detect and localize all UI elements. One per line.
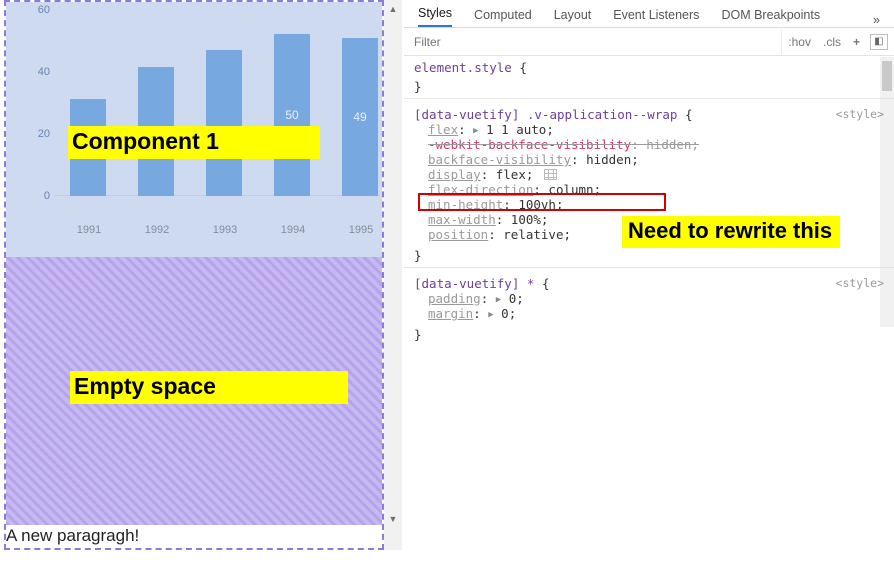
bars-group: 50 49: [54, 2, 380, 196]
rule-element-style[interactable]: element.style {: [404, 56, 894, 75]
x-tick-1993: 1993: [200, 224, 250, 236]
scroll-down-icon[interactable]: ▼: [384, 510, 402, 528]
embedded-preview: 0 20 40 60 50 49 1991 1992 1993 1994 199…: [4, 0, 384, 550]
new-style-rule-button[interactable]: +: [847, 35, 866, 49]
x-tick-1995: 1995: [336, 224, 386, 236]
bar-label-1994: 50: [285, 108, 298, 122]
style-origin-link-2[interactable]: <style>: [836, 276, 884, 290]
annotation-rewrite-note: Need to rewrite this: [622, 216, 840, 248]
x-tick-1992: 1992: [132, 224, 182, 236]
x-tick-1994: 1994: [268, 224, 318, 236]
bar-1995: 49: [342, 38, 378, 196]
bar-1994: 50: [274, 34, 310, 196]
devtools-panel: Styles Computed Layout Event Listeners D…: [404, 0, 894, 572]
decl-flex-direction[interactable]: flex-direction: column;: [428, 182, 884, 197]
decl-display[interactable]: display: flex;: [428, 167, 884, 182]
cls-toggle[interactable]: .cls: [817, 35, 847, 49]
bar-label-1995: 49: [353, 110, 366, 124]
y-tick-1: 20: [26, 128, 50, 140]
empty-space-region: Empty space: [6, 257, 382, 525]
filter-input[interactable]: [408, 30, 782, 54]
chart-overlay: 0 20 40 60 50 49 1991 1992 1993 1994 199…: [6, 2, 382, 257]
preview-scrollbar[interactable]: ▲ ▼: [384, 0, 402, 550]
rule-vapplication-wrap[interactable]: <style> [data-vuetify] .v-application--w…: [404, 103, 894, 122]
rule-universal[interactable]: <style> [data-vuetify] * {: [404, 272, 894, 291]
decl-backface[interactable]: backface-visibility: hidden;: [428, 152, 884, 167]
tab-styles[interactable]: Styles: [418, 0, 452, 27]
bar-chart: 0 20 40 60 50 49 1991 1992 1993 1994 199…: [54, 2, 380, 232]
y-tick-0: 0: [26, 190, 50, 202]
flex-editor-icon[interactable]: [544, 169, 557, 180]
paragraph-text: A new paragragh!: [6, 526, 139, 546]
device-toggle-icon[interactable]: ◧: [870, 34, 888, 50]
tab-dom-breakpoints[interactable]: DOM Breakpoints: [721, 2, 820, 27]
decl-flex[interactable]: flex: ▶ 1 1 auto;: [428, 122, 884, 137]
style-origin-link[interactable]: <style>: [836, 107, 884, 121]
tab-layout[interactable]: Layout: [554, 2, 592, 27]
rule3-declarations: padding: ▶ 0; margin: ▶ 0;: [404, 291, 894, 323]
styles-toolbar: :hov .cls + ◧: [404, 28, 894, 56]
devtools-tabs: Styles Computed Layout Event Listeners D…: [404, 0, 894, 28]
y-tick-2: 40: [26, 66, 50, 78]
hov-toggle[interactable]: :hov: [782, 35, 817, 49]
decl-webkit-backface[interactable]: -webkit-backface-visibility: hidden;: [428, 137, 884, 152]
x-tick-1991: 1991: [64, 224, 114, 236]
tab-event-listeners[interactable]: Event Listeners: [613, 2, 699, 27]
decl-margin[interactable]: margin: ▶ 0;: [428, 306, 884, 321]
annotation-empty-space: Empty space: [70, 371, 348, 404]
bar-1993: [206, 50, 242, 196]
style-rules: element.style { } <style> [data-vuetify]…: [404, 56, 894, 342]
decl-min-height[interactable]: min-height: 100vh;: [428, 197, 884, 212]
annotation-component-1: Component 1: [68, 126, 320, 159]
y-tick-3: 60: [26, 4, 50, 16]
scroll-up-icon[interactable]: ▲: [384, 0, 402, 18]
decl-padding[interactable]: padding: ▶ 0;: [428, 291, 884, 306]
tab-computed[interactable]: Computed: [474, 2, 532, 27]
tabs-overflow-icon[interactable]: »: [873, 13, 880, 27]
